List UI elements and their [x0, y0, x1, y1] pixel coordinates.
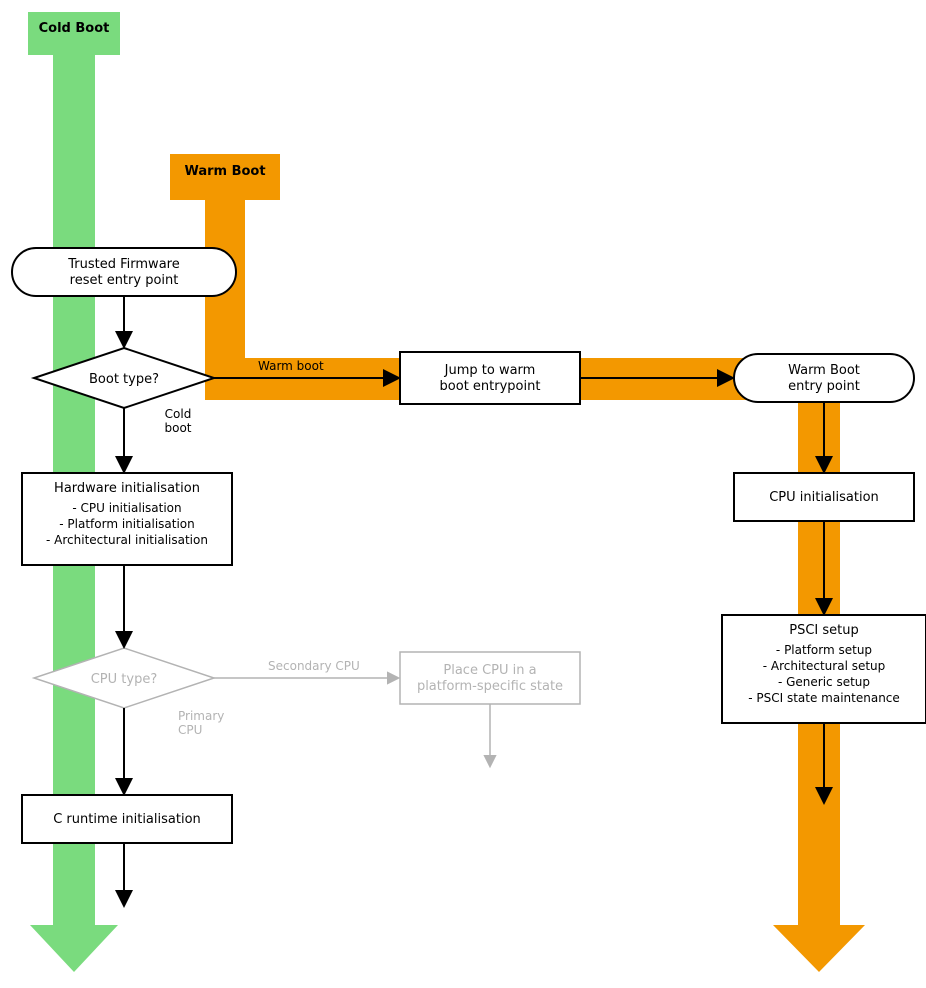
- svg-text:CPU type?: CPU type?: [91, 672, 158, 687]
- svg-text:Secondary CPU: Secondary CPU: [268, 659, 360, 673]
- node-cpu-init: CPU initialisation: [734, 473, 914, 521]
- boot-flow-diagram: Cold Boot Warm Boot Trusted Firmware res…: [0, 0, 926, 988]
- svg-text:Warm Boot: Warm Boot: [788, 363, 860, 378]
- svg-text:CPU: CPU: [178, 723, 202, 737]
- svg-text:- Architectural initialisation: - Architectural initialisation: [46, 533, 208, 547]
- svg-text:boot: boot: [164, 421, 191, 435]
- node-jump-warm: Jump to warm boot entrypoint: [400, 352, 580, 404]
- node-psci-setup: PSCI setup - Platform setup - Architectu…: [722, 615, 926, 723]
- svg-text:- Platform initialisation: - Platform initialisation: [59, 517, 195, 531]
- svg-text:- CPU initialisation: - CPU initialisation: [72, 501, 181, 515]
- svg-text:PSCI setup: PSCI setup: [789, 623, 859, 638]
- svg-text:Place CPU in a: Place CPU in a: [443, 663, 536, 678]
- svg-text:Boot type?: Boot type?: [89, 372, 159, 387]
- node-hardware-init: Hardware initialisation - CPU initialisa…: [22, 473, 232, 565]
- svg-text:platform-specific state: platform-specific state: [417, 679, 563, 694]
- svg-text:C runtime initialisation: C runtime initialisation: [53, 812, 201, 827]
- svg-text:Trusted Firmware: Trusted Firmware: [67, 257, 179, 272]
- svg-text:- PSCI state maintenance: - PSCI state maintenance: [748, 691, 900, 705]
- node-c-runtime: C runtime initialisation: [22, 795, 232, 843]
- svg-text:Hardware initialisation: Hardware initialisation: [54, 481, 200, 496]
- node-warm-entry: Warm Boot entry point: [734, 354, 914, 402]
- warm-boot-lane-label: Warm Boot: [184, 164, 265, 179]
- svg-text:- Platform setup: - Platform setup: [776, 643, 872, 657]
- svg-text:Cold: Cold: [165, 407, 192, 421]
- cold-boot-lane-label: Cold Boot: [39, 21, 110, 36]
- svg-text:reset entry point: reset entry point: [70, 273, 179, 288]
- node-reset-entry: Trusted Firmware reset entry point: [12, 248, 236, 296]
- svg-text:- Architectural setup: - Architectural setup: [763, 659, 886, 673]
- svg-text:CPU initialisation: CPU initialisation: [769, 490, 879, 505]
- svg-text:Jump to warm: Jump to warm: [444, 363, 536, 378]
- svg-text:- Generic setup: - Generic setup: [778, 675, 870, 689]
- node-place-cpu: Place CPU in a platform-specific state: [400, 652, 580, 704]
- svg-text:entry point: entry point: [788, 379, 860, 394]
- warm-boot-lane: Warm Boot: [170, 154, 865, 972]
- svg-text:Primary: Primary: [178, 709, 224, 723]
- svg-text:boot entrypoint: boot entrypoint: [440, 379, 541, 394]
- svg-text:Warm boot: Warm boot: [258, 359, 324, 373]
